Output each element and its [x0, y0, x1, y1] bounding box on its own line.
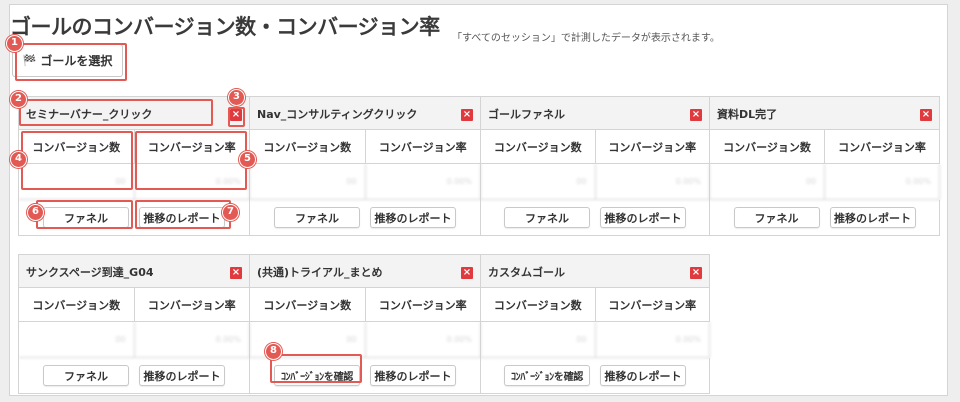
goal-card-header: セミナーバナー_クリック ×: [19, 96, 250, 130]
trend-report-button[interactable]: 推移のレポート: [370, 365, 456, 386]
goal-card-header: サンクスページ到達_G04 ×: [19, 254, 250, 288]
rate-header: コンバージョン率: [595, 288, 710, 322]
goal-card-header: カスタムゴール ×: [481, 254, 710, 288]
close-icon[interactable]: ×: [461, 109, 473, 121]
close-icon[interactable]: ×: [461, 267, 473, 279]
conversions-value: 00: [250, 164, 366, 200]
annotation-badge: 3: [228, 89, 245, 106]
goal-card: ゴールファネル × コンバージョン数 コンバージョン率 00 0.00% ファネ…: [480, 96, 710, 236]
goal-card-header: ゴールファネル ×: [481, 96, 710, 130]
rate-value: 0.00%: [134, 322, 250, 358]
trend-report-button[interactable]: 推移のレポート: [600, 207, 686, 228]
goal-card: サンクスページ到達_G04 × コンバージョン数 コンバージョン率 00 0.0…: [18, 254, 250, 394]
goal-name: Nav_コンサルティングクリック: [257, 108, 418, 121]
page-title: ゴールのコンバージョン数・コンバージョン率: [10, 15, 440, 39]
page-subtitle: 「すべてのセッション」で計測したデータが表示されます。: [452, 33, 720, 44]
conversions-header: コンバージョン数: [710, 130, 825, 164]
close-icon[interactable]: ×: [230, 267, 242, 279]
trend-report-button[interactable]: 推移のレポート: [139, 207, 225, 228]
goal-card-header: Nav_コンサルティングクリック ×: [250, 96, 481, 130]
select-goal-label: ゴールを選択: [40, 54, 113, 68]
trend-report-button[interactable]: 推移のレポート: [600, 365, 686, 386]
close-icon[interactable]: ×: [920, 109, 932, 121]
annotation-badge: 2: [10, 91, 27, 108]
rate-header: コンバージョン率: [365, 288, 481, 322]
annotation-badge: 8: [265, 343, 282, 360]
close-icon[interactable]: ×: [690, 109, 702, 121]
goal-card-header: 資料DL完了 ×: [710, 96, 940, 130]
goal-card: (共通)トライアル_まとめ × コンバージョン数 コンバージョン率 00 0.0…: [249, 254, 481, 394]
annotation-badge: 1: [6, 35, 23, 52]
trend-report-button[interactable]: 推移のレポート: [139, 365, 225, 386]
goal-name: 資料DL完了: [717, 108, 778, 121]
funnel-button[interactable]: ファネル: [43, 207, 129, 228]
conversions-header: コンバージョン数: [481, 130, 596, 164]
rate-value: 0.00%: [595, 322, 710, 358]
rate-value: 0.00%: [365, 164, 481, 200]
check-conversion-button[interactable]: ｺﾝﾊﾞｰｼﾞｮﾝを確認: [274, 365, 360, 386]
goal-card: Nav_コンサルティングクリック × コンバージョン数 コンバージョン率 00 …: [249, 96, 481, 236]
rate-header: コンバージョン率: [134, 288, 250, 322]
flag-icon: 🏁: [22, 54, 37, 67]
funnel-button[interactable]: ファネル: [43, 365, 129, 386]
goal-name: セミナーバナー_クリック: [26, 108, 153, 121]
goal-name: カスタムゴール: [488, 266, 565, 279]
rate-header: コンバージョン率: [365, 130, 481, 164]
conversions-header: コンバージョン数: [250, 288, 366, 322]
conversions-value: 00: [19, 322, 135, 358]
annotation-badge: 4: [10, 151, 27, 168]
close-icon[interactable]: ×: [690, 267, 702, 279]
funnel-button[interactable]: ファネル: [504, 207, 590, 228]
goal-name: (共通)トライアル_まとめ: [257, 266, 383, 279]
conversions-header: コンバージョン数: [19, 130, 135, 164]
rate-value: 0.00%: [595, 164, 710, 200]
rate-header: コンバージョン率: [134, 130, 250, 164]
conversions-value: 00: [19, 164, 135, 200]
trend-report-button[interactable]: 推移のレポート: [370, 207, 456, 228]
funnel-button[interactable]: ファネル: [733, 207, 820, 228]
annotation-badge: 5: [239, 151, 256, 168]
rate-value: 0.00%: [134, 164, 250, 200]
rate-value: 0.00%: [825, 164, 940, 200]
funnel-button[interactable]: ファネル: [274, 207, 360, 228]
conversions-header: コンバージョン数: [250, 130, 366, 164]
select-goal-button[interactable]: 🏁 ゴールを選択: [12, 44, 123, 77]
annotation-badge: 7: [222, 204, 239, 221]
rate-value: 0.00%: [365, 322, 481, 358]
goal-card: セミナーバナー_クリック × コンバージョン数 コンバージョン率 00 0.00…: [18, 96, 250, 236]
check-conversion-button[interactable]: ｺﾝﾊﾞｰｼﾞｮﾝを確認: [504, 365, 590, 386]
annotation-badge: 6: [27, 204, 44, 221]
goal-card: 資料DL完了 × コンバージョン数 コンバージョン率 00 0.00% ファネル…: [709, 96, 940, 236]
goal-name: ゴールファネル: [488, 108, 565, 121]
conversions-header: コンバージョン数: [19, 288, 135, 322]
rate-header: コンバージョン率: [825, 130, 940, 164]
conversions-value: 00: [710, 164, 825, 200]
goal-card: カスタムゴール × コンバージョン数 コンバージョン率 00 0.00% ｺﾝﾊ…: [480, 254, 710, 394]
trend-report-button[interactable]: 推移のレポート: [829, 207, 916, 228]
goal-name: サンクスページ到達_G04: [26, 266, 154, 279]
conversions-header: コンバージョン数: [481, 288, 596, 322]
goal-card-header: (共通)トライアル_まとめ ×: [250, 254, 481, 288]
conversions-value: 00: [481, 322, 596, 358]
rate-header: コンバージョン率: [595, 130, 710, 164]
close-icon[interactable]: ×: [230, 109, 242, 121]
conversions-value: 00: [481, 164, 596, 200]
